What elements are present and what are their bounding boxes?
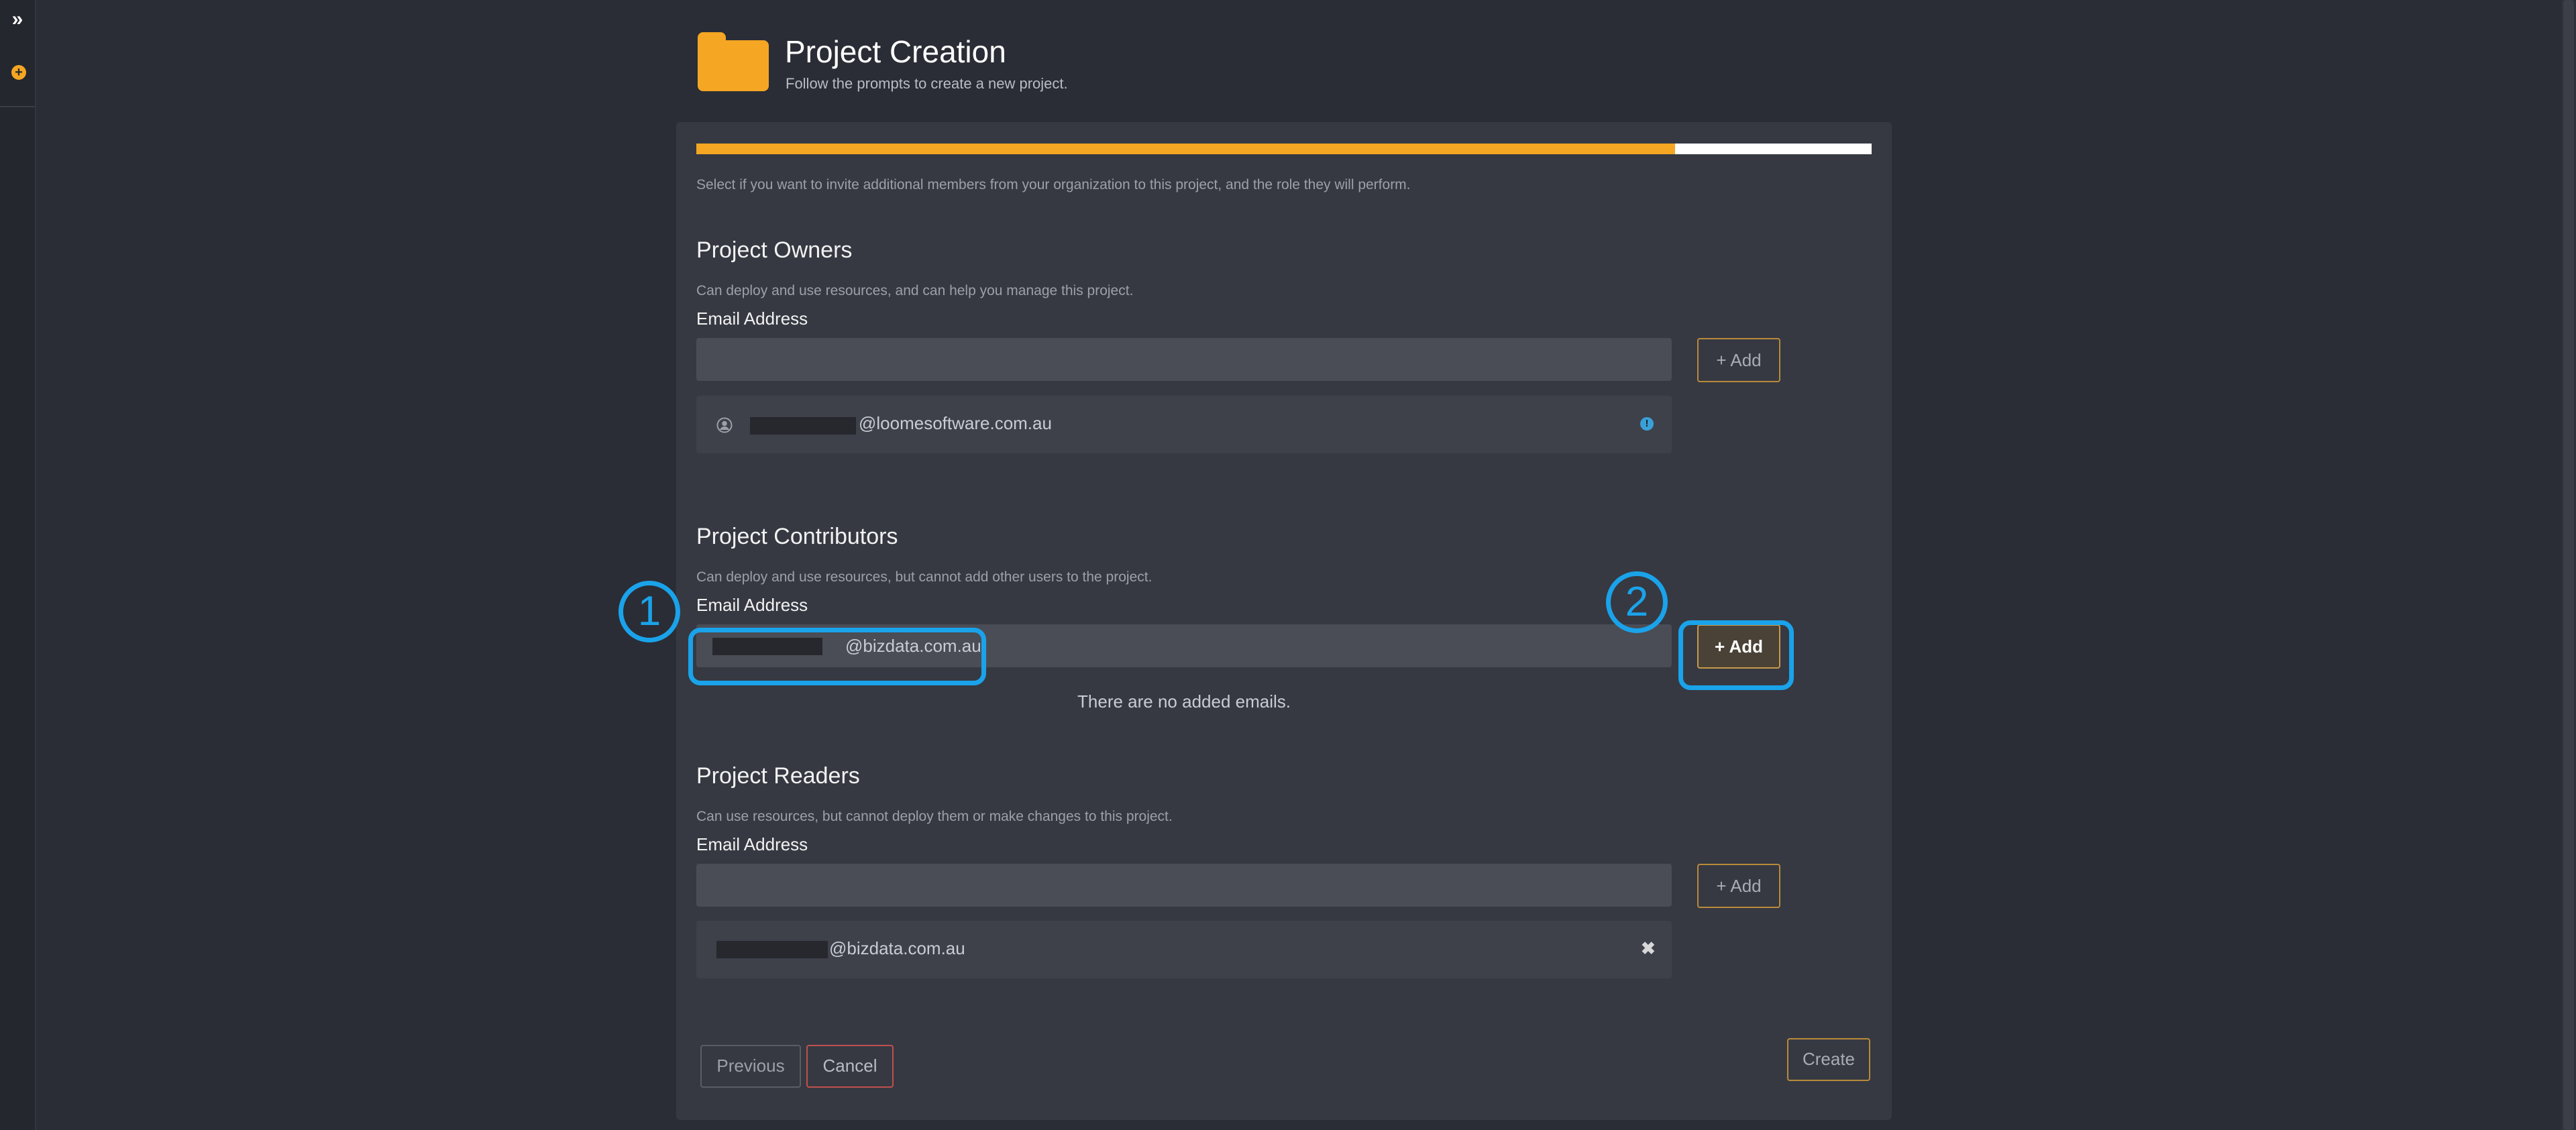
create-button[interactable]: Create (1787, 1038, 1870, 1081)
scrollbar-thumb[interactable] (2563, 0, 2574, 1130)
readers-member-email: @bizdata.com.au (829, 938, 965, 958)
contributors-empty-message: There are no added emails. (1077, 691, 1291, 712)
scrollbar[interactable] (2561, 0, 2576, 1130)
callout-highlight-add-button (1678, 620, 1794, 690)
contributors-title: Project Contributors (696, 524, 898, 549)
readers-description: Can use resources, but cannot deploy the… (696, 809, 1173, 824)
callout-number-2: 2 (1606, 571, 1668, 633)
info-icon[interactable]: ! (1640, 417, 1654, 431)
plus-circle-icon[interactable]: + (11, 65, 26, 80)
owners-title: Project Owners (696, 237, 853, 263)
contributors-email-label: Email Address (696, 595, 808, 615)
user-circle-icon (716, 417, 733, 433)
owners-member-email: @loomesoftware.com.au (859, 413, 1052, 433)
redacted-text (750, 417, 856, 435)
callout-number-1: 1 (619, 581, 680, 642)
intro-text: Select if you want to invite additional … (696, 177, 1411, 192)
page-title: Project Creation (785, 34, 1006, 69)
progress-bar (696, 144, 1872, 154)
contributors-description: Can deploy and use resources, but cannot… (696, 569, 1152, 585)
owners-add-button[interactable]: + Add (1697, 338, 1780, 382)
callout-highlight-email-input (688, 628, 986, 685)
owners-email-label: Email Address (696, 308, 808, 329)
readers-email-input[interactable] (696, 864, 1672, 907)
readers-title: Project Readers (696, 763, 860, 789)
double-chevron-right-icon[interactable]: » (0, 0, 35, 39)
folder-icon (698, 32, 769, 91)
sidebar-divider (0, 106, 35, 107)
cancel-button[interactable]: Cancel (806, 1045, 894, 1088)
close-icon[interactable]: ✖ (1641, 938, 1656, 959)
sidebar: » + (0, 0, 36, 1130)
owners-email-input[interactable] (696, 338, 1672, 381)
progress-bar-fill (696, 144, 1676, 154)
readers-member-item: @bizdata.com.au ✖ (696, 921, 1672, 978)
owners-member-item: @loomesoftware.com.au ! (696, 396, 1672, 453)
previous-button[interactable]: Previous (700, 1045, 801, 1088)
redacted-text (716, 941, 828, 958)
readers-add-button[interactable]: + Add (1697, 864, 1780, 908)
owners-description: Can deploy and use resources, and can he… (696, 283, 1134, 298)
readers-email-label: Email Address (696, 834, 808, 854)
page-subtitle: Follow the prompts to create a new proje… (786, 75, 1068, 92)
